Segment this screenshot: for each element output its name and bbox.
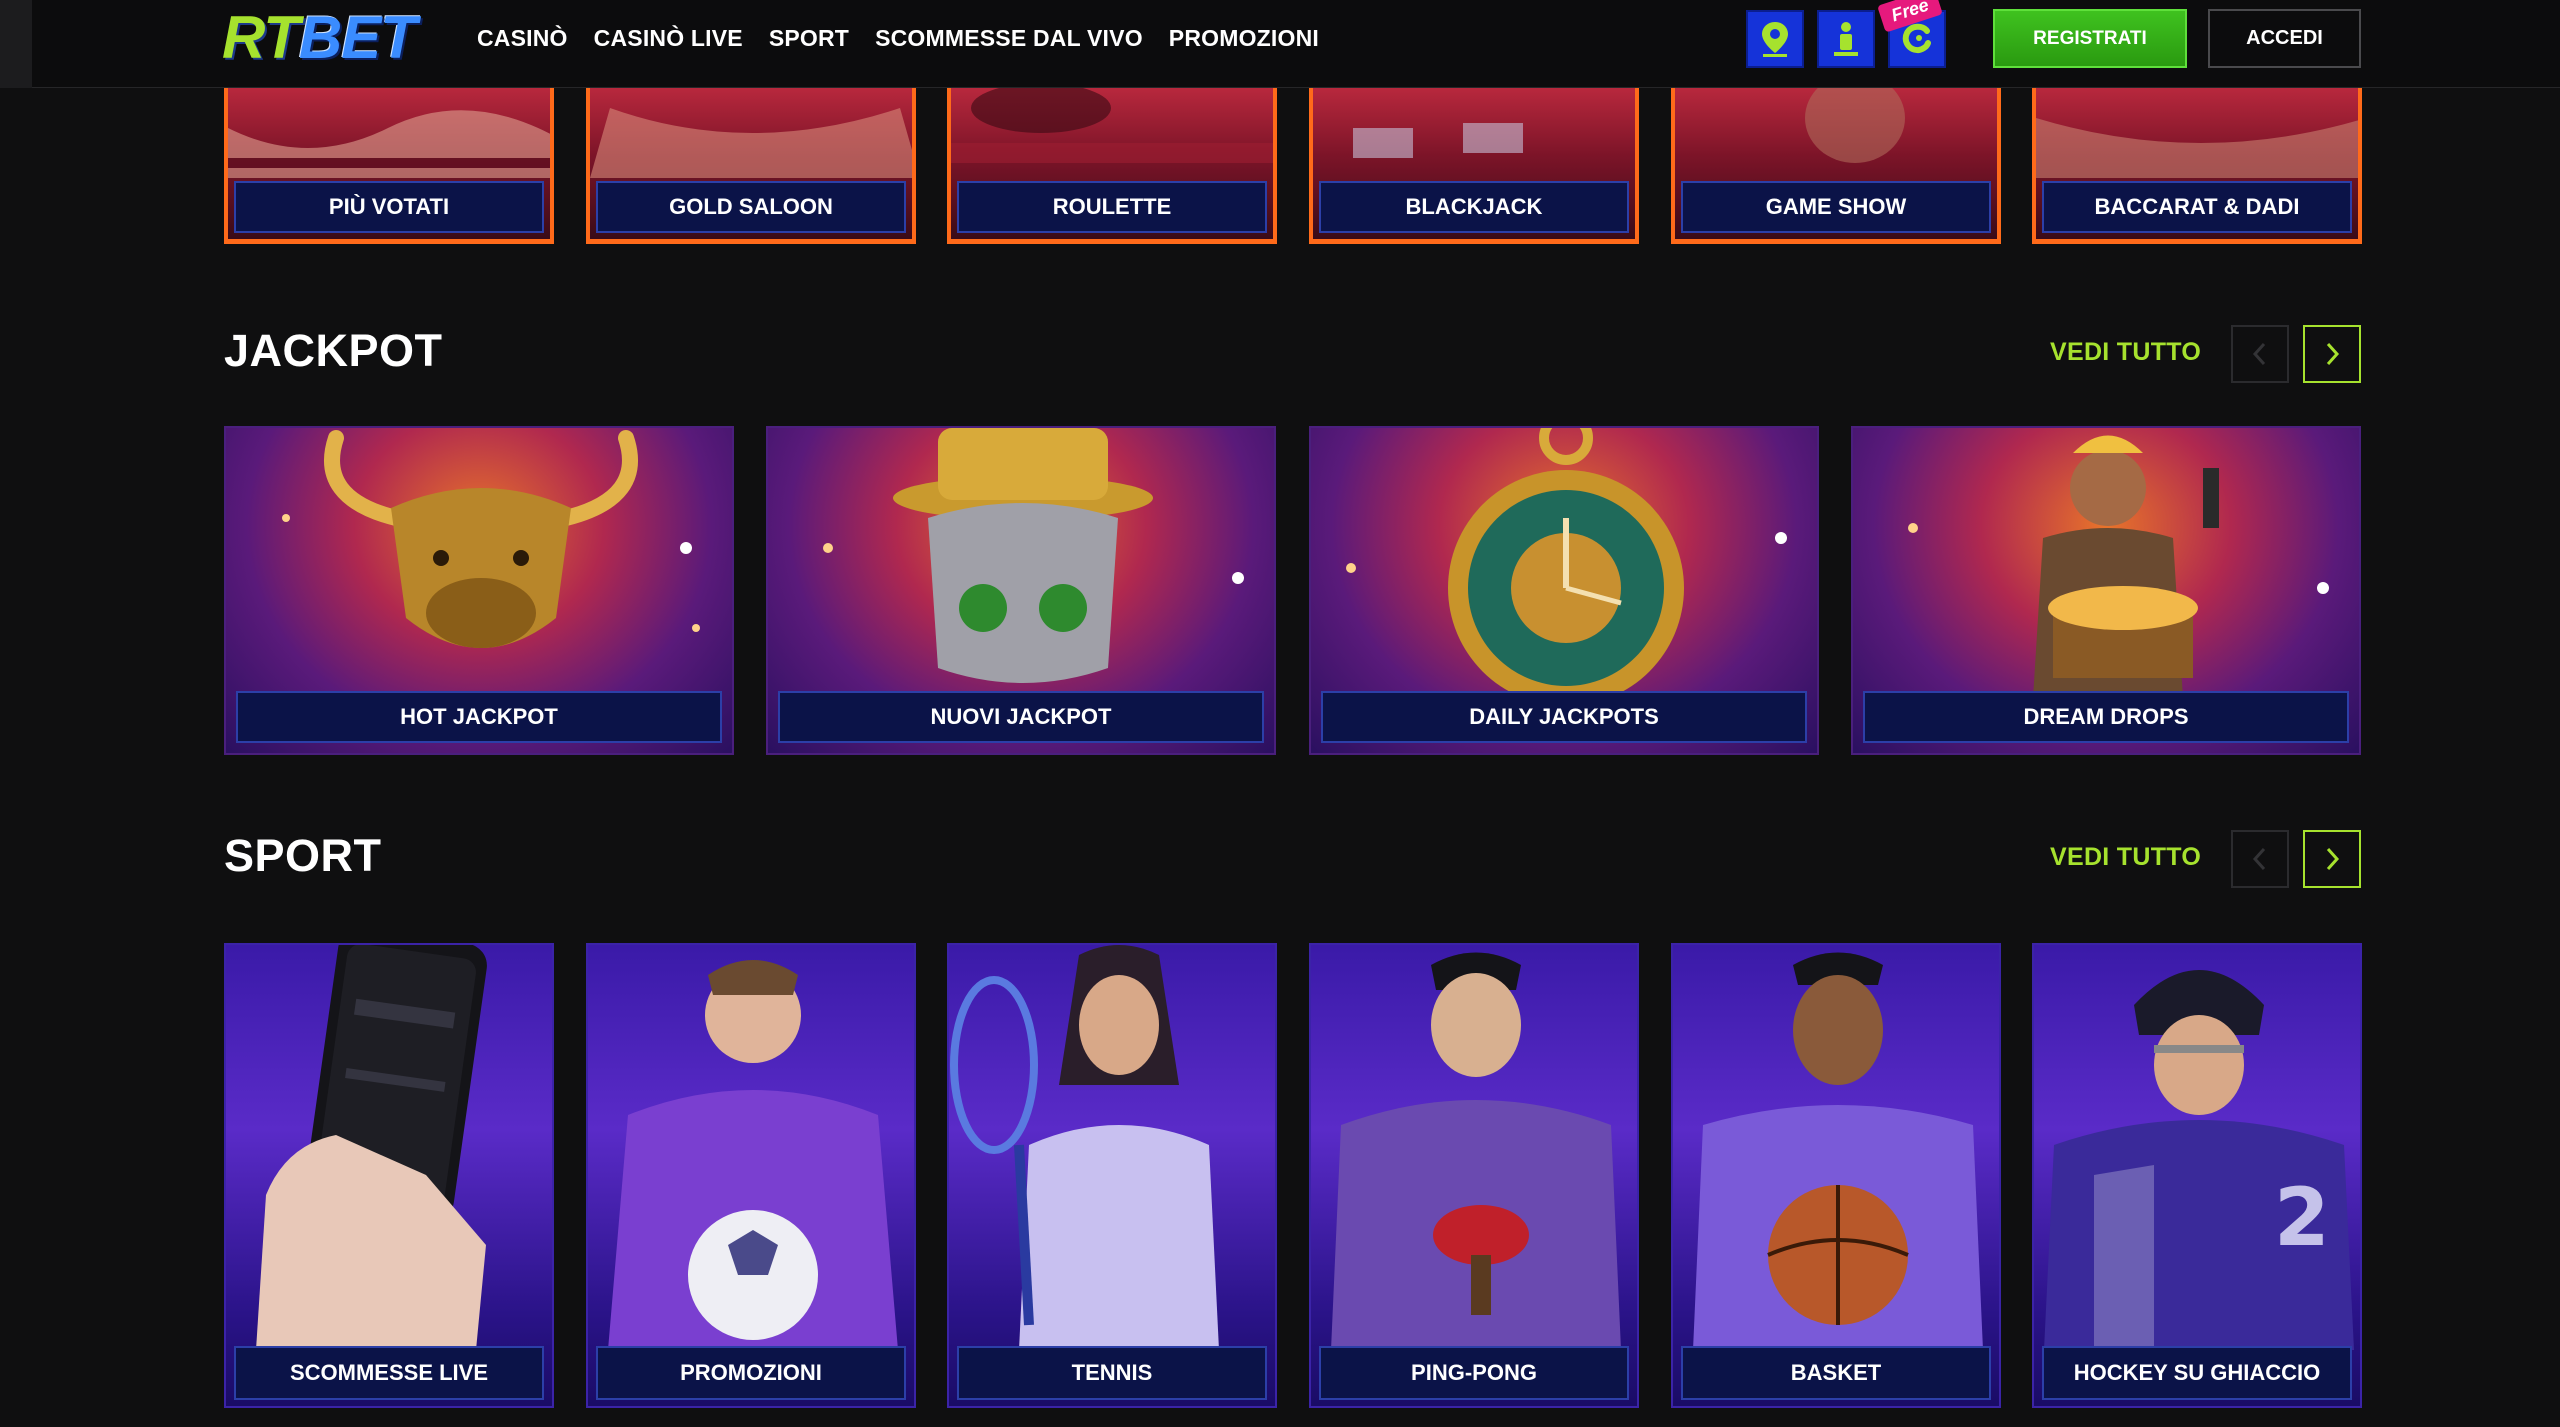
map-pin-icon[interactable]	[1746, 10, 1804, 68]
football-player-image	[608, 960, 898, 1350]
card-art	[228, 110, 550, 178]
jackpot-card-dream-drops[interactable]: DREAM DROPS	[1851, 426, 2361, 755]
sport-card-ping-pong[interactable]: PING-PONG	[1309, 943, 1639, 1408]
jackpot-prev-button[interactable]	[2231, 325, 2289, 383]
tennis-player-image	[950, 945, 1219, 1350]
logo-bet: BET	[298, 4, 417, 71]
treasure-adventurer-image	[1908, 435, 2329, 698]
card-label: PROMOZIONI	[596, 1346, 906, 1400]
category-card-baccarat-dadi[interactable]: BACCARAT & DADI	[2032, 88, 2362, 244]
card-label: PING-PONG	[1319, 1346, 1629, 1400]
jackpot-card-hot-jackpot[interactable]: HOT JACKPOT	[224, 426, 734, 755]
card-art	[590, 108, 912, 178]
basketball-player-image	[1693, 952, 1983, 1350]
card-label: NUOVI JACKPOT	[778, 691, 1264, 743]
phone-in-hand-image	[256, 945, 487, 1350]
jackpot-title: JACKPOT	[224, 325, 443, 376]
card-label: BLACKJACK	[1319, 181, 1629, 233]
card-art	[1805, 88, 1905, 163]
category-card-roulette[interactable]: ROULETTE	[947, 88, 1277, 244]
person-icon[interactable]	[1817, 10, 1875, 68]
card-label: SCOMMESSE LIVE	[234, 1346, 544, 1400]
sport-prev-button[interactable]	[2231, 830, 2289, 888]
register-button[interactable]: REGISTRATI	[1993, 9, 2187, 68]
chevron-left-icon	[2252, 342, 2266, 366]
category-card-game-show[interactable]: GAME SHOW	[1671, 88, 2001, 244]
card-label: GAME SHOW	[1681, 181, 1991, 233]
nav-promozioni[interactable]: PROMOZIONI	[1169, 22, 1319, 54]
nav-scommesse-dal-vivo[interactable]: SCOMMESSE DAL VIVO	[875, 22, 1143, 54]
jackpot-card-daily-jackpots[interactable]: DAILY JACKPOTS	[1309, 426, 1819, 755]
card-label: GOLD SALOON	[596, 181, 906, 233]
sport-see-all-link[interactable]: VEDI TUTTO	[2050, 843, 2201, 872]
logo-rt: RT	[222, 4, 300, 71]
card-art	[2036, 118, 2358, 178]
jackpot-see-all-link[interactable]: VEDI TUTTO	[2050, 338, 2201, 367]
top-hat-character-image	[823, 428, 1244, 683]
jackpot-next-button[interactable]	[2303, 325, 2361, 383]
sport-card-basket[interactable]: BASKET	[1671, 943, 2001, 1408]
category-card-gold-saloon[interactable]: GOLD SALOON	[586, 88, 916, 244]
sport-card-tennis[interactable]: TENNIS	[947, 943, 1277, 1408]
card-label: HOCKEY SU GHIACCIO	[2042, 1346, 2352, 1400]
sport-card-hockey-su-ghiaccio[interactable]: 2 HOCKEY SU GHIACCIO	[2032, 943, 2362, 1408]
card-label: ROULETTE	[957, 181, 1267, 233]
sport-next-button[interactable]	[2303, 830, 2361, 888]
card-label: TENNIS	[957, 1346, 1267, 1400]
card-label: DREAM DROPS	[1863, 691, 2349, 743]
nav-casino-live[interactable]: CASINÒ LIVE	[594, 22, 743, 54]
pocket-watch-image	[1346, 428, 1787, 698]
page: RTBET CASINÒ CASINÒ LIVE SPORT SCOMMESSE…	[0, 0, 2560, 1427]
card-label: DAILY JACKPOTS	[1321, 691, 1807, 743]
chevron-right-icon	[2326, 342, 2340, 366]
chevron-right-icon	[2326, 847, 2340, 871]
jackpot-card-nuovi-jackpot[interactable]: NUOVI JACKPOT	[766, 426, 1276, 755]
card-label: PIÙ VOTATI	[234, 181, 544, 233]
nav-casino[interactable]: CASINÒ	[477, 22, 568, 54]
nav-sport[interactable]: SPORT	[769, 22, 849, 54]
category-card-blackjack[interactable]: BLACKJACK	[1309, 88, 1639, 244]
card-art	[1353, 123, 1523, 158]
card-art	[951, 88, 1273, 163]
sport-card-scommesse-live[interactable]: SCOMMESSE LIVE	[224, 943, 554, 1408]
card-label: BACCARAT & DADI	[2042, 181, 2352, 233]
bull-image	[282, 430, 700, 648]
top-header: RTBET CASINÒ CASINÒ LIVE SPORT SCOMMESSE…	[0, 0, 2560, 88]
chevron-left-icon	[2252, 847, 2266, 871]
sport-card-promozioni[interactable]: PROMOZIONI	[586, 943, 916, 1408]
main-nav: CASINÒ CASINÒ LIVE SPORT SCOMMESSE DAL V…	[477, 22, 1345, 54]
hockey-player-image: 2	[2044, 970, 2354, 1350]
card-label: HOT JACKPOT	[236, 691, 722, 743]
ping-pong-player-image	[1331, 952, 1621, 1350]
login-button[interactable]: ACCEDI	[2208, 9, 2361, 68]
svg-text:2: 2	[2274, 1171, 2330, 1264]
category-card-piu-votati[interactable]: PIÙ VOTATI	[224, 88, 554, 244]
card-label: BASKET	[1681, 1346, 1991, 1400]
header-edge	[0, 0, 32, 88]
sport-title: SPORT	[224, 830, 382, 881]
site-logo[interactable]: RTBET	[222, 4, 417, 71]
